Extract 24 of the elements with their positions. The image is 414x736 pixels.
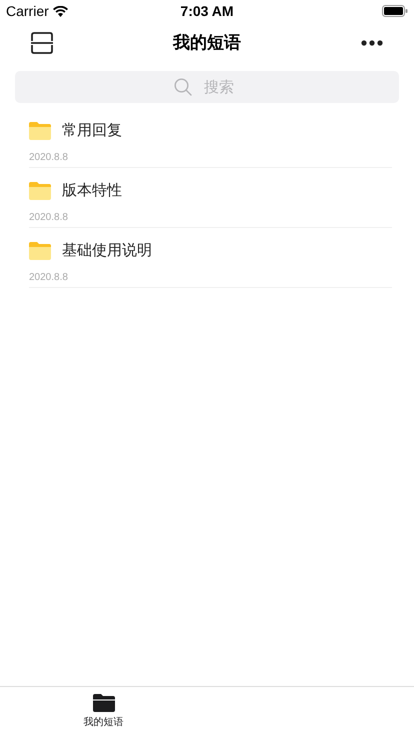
- more-icon: [361, 40, 383, 46]
- folder-row[interactable]: 常用回复 2020.8.8: [29, 108, 392, 168]
- carrier-text: Carrier: [6, 2, 49, 20]
- folder-icon: [29, 182, 51, 200]
- search-icon: [174, 78, 192, 96]
- folder-icon: [92, 694, 114, 712]
- status-time: 7:03 AM: [180, 2, 234, 20]
- scan-icon: [31, 32, 53, 54]
- folder-icon: [29, 122, 51, 140]
- search-field[interactable]: 搜索: [15, 71, 399, 103]
- battery-icon: [382, 5, 408, 17]
- folder-date: 2020.8.8: [29, 211, 69, 225]
- folder-date: 2020.8.8: [29, 151, 69, 165]
- folder-row[interactable]: 版本特性 2020.8.8: [29, 168, 392, 228]
- scan-button[interactable]: [30, 31, 54, 55]
- folder-name: 常用回复: [62, 120, 122, 141]
- folder-icon: [29, 242, 51, 260]
- folder-row[interactable]: 基础使用说明 2020.8.8: [29, 228, 392, 288]
- wifi-icon: [52, 6, 68, 16]
- folder-name: 基础使用说明: [62, 240, 152, 261]
- folder-name: 版本特性: [62, 180, 122, 201]
- folder-date: 2020.8.8: [29, 271, 69, 285]
- nav-title: 我的短语: [173, 32, 241, 54]
- tab-item[interactable]: 我的短语: [0, 687, 207, 736]
